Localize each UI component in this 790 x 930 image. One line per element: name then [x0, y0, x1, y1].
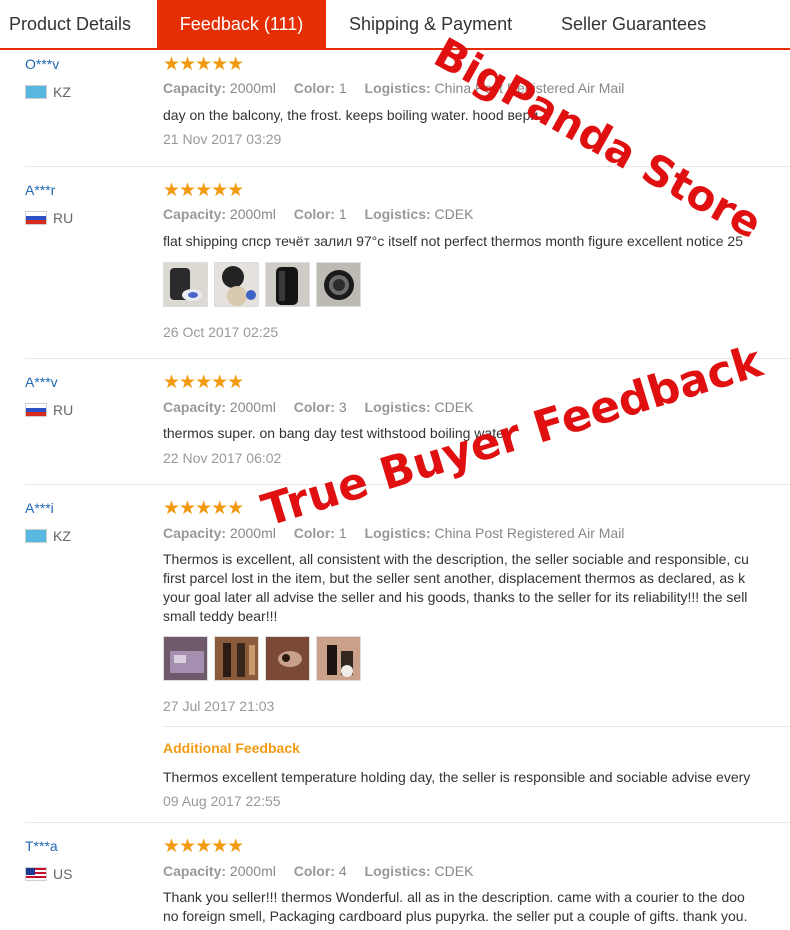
review-photo[interactable] [316, 262, 361, 307]
review-photo[interactable] [163, 636, 208, 681]
flag-kz-icon [25, 529, 47, 543]
review-text: thermos super. on bang day test withstoo… [163, 425, 509, 441]
order-info: Capacity: 2000ml Color: 1 Logistics: Chi… [163, 80, 625, 96]
review-text-line: Thermos is excellent, all consistent wit… [163, 551, 749, 567]
star-rating: ★★★★★ [163, 836, 244, 857]
review-item: T***a US ★★★★★ Capacity: 2000ml Color: 4… [0, 823, 790, 930]
review-photos [163, 636, 367, 686]
star-rating: ★★★★★ [163, 180, 244, 201]
review-date: 21 Nov 2017 03:29 [163, 131, 282, 147]
review-text-line: no foreign smell, Packaging cardboard pl… [163, 908, 748, 924]
tab-seller-guarantees[interactable]: Seller Guarantees [561, 0, 706, 48]
reviewer-country: US [25, 866, 72, 882]
reviewer-name[interactable]: A***v [25, 374, 58, 390]
divider [163, 726, 790, 727]
review-text-line: Thank you seller!!! thermos Wonderful. a… [163, 889, 745, 905]
additional-feedback-label: Additional Feedback [163, 740, 300, 756]
review-photo[interactable] [163, 262, 208, 307]
flag-ru-icon [25, 211, 47, 225]
review-photo[interactable] [265, 636, 310, 681]
reviewer-name[interactable]: T***a [25, 838, 58, 854]
review-text-line: your goal later all advise the seller an… [163, 589, 748, 605]
tab-bar: Product Details Feedback (111) Shipping … [0, 0, 790, 50]
reviewer-country: RU [25, 210, 73, 226]
review-item: A***v RU ★★★★★ Capacity: 2000ml Color: 3… [0, 359, 790, 485]
order-info: Capacity: 2000ml Color: 4 Logistics: CDE… [163, 863, 474, 879]
star-rating: ★★★★★ [163, 498, 244, 519]
order-info: Capacity: 2000ml Color: 3 Logistics: CDE… [163, 399, 474, 415]
reviewer-country: KZ [25, 528, 71, 544]
flag-ru-icon [25, 403, 47, 417]
reviewer-name[interactable]: A***i [25, 500, 54, 516]
review-item: A***r RU ★★★★★ Capacity: 2000ml Color: 1… [0, 167, 790, 359]
order-info: Capacity: 2000ml Color: 1 Logistics: Chi… [163, 525, 625, 541]
reviewer-country: RU [25, 402, 73, 418]
review-item: O***v KZ ★★★★★ Capacity: 2000ml Color: 1… [0, 50, 790, 167]
additional-feedback-text: Thermos excellent temperature holding da… [163, 769, 751, 785]
review-date: 27 Jul 2017 21:03 [163, 698, 275, 714]
review-photos [163, 262, 367, 312]
flag-kz-icon [25, 85, 47, 99]
review-text: day on the balcony, the frost. keeps boi… [163, 107, 543, 123]
review-photo[interactable] [265, 262, 310, 307]
star-rating: ★★★★★ [163, 372, 244, 393]
reviewer-name[interactable]: O***v [25, 56, 59, 72]
review-photo[interactable] [214, 636, 259, 681]
review-date: 22 Nov 2017 06:02 [163, 450, 282, 466]
review-text-line: small teddy bear!!! [163, 608, 278, 624]
reviewer-country: KZ [25, 84, 71, 100]
tab-feedback[interactable]: Feedback (111) [157, 0, 326, 48]
review-item: A***i KZ ★★★★★ Capacity: 2000ml Color: 1… [0, 485, 790, 823]
review-photo[interactable] [214, 262, 259, 307]
additional-feedback-date: 09 Aug 2017 22:55 [163, 793, 281, 809]
tab-shipping-payment[interactable]: Shipping & Payment [349, 0, 512, 48]
review-photo[interactable] [316, 636, 361, 681]
review-date: 26 Oct 2017 02:25 [163, 324, 279, 340]
review-text: flat shipping спср течёт залил 97°c itse… [163, 233, 743, 249]
star-rating: ★★★★★ [163, 54, 244, 75]
tab-product-details[interactable]: Product Details [9, 0, 131, 48]
order-info: Capacity: 2000ml Color: 1 Logistics: CDE… [163, 206, 474, 222]
review-text-line: first parcel lost in the item, but the s… [163, 570, 746, 586]
flag-us-icon [25, 867, 47, 881]
reviewer-name[interactable]: A***r [25, 182, 55, 198]
